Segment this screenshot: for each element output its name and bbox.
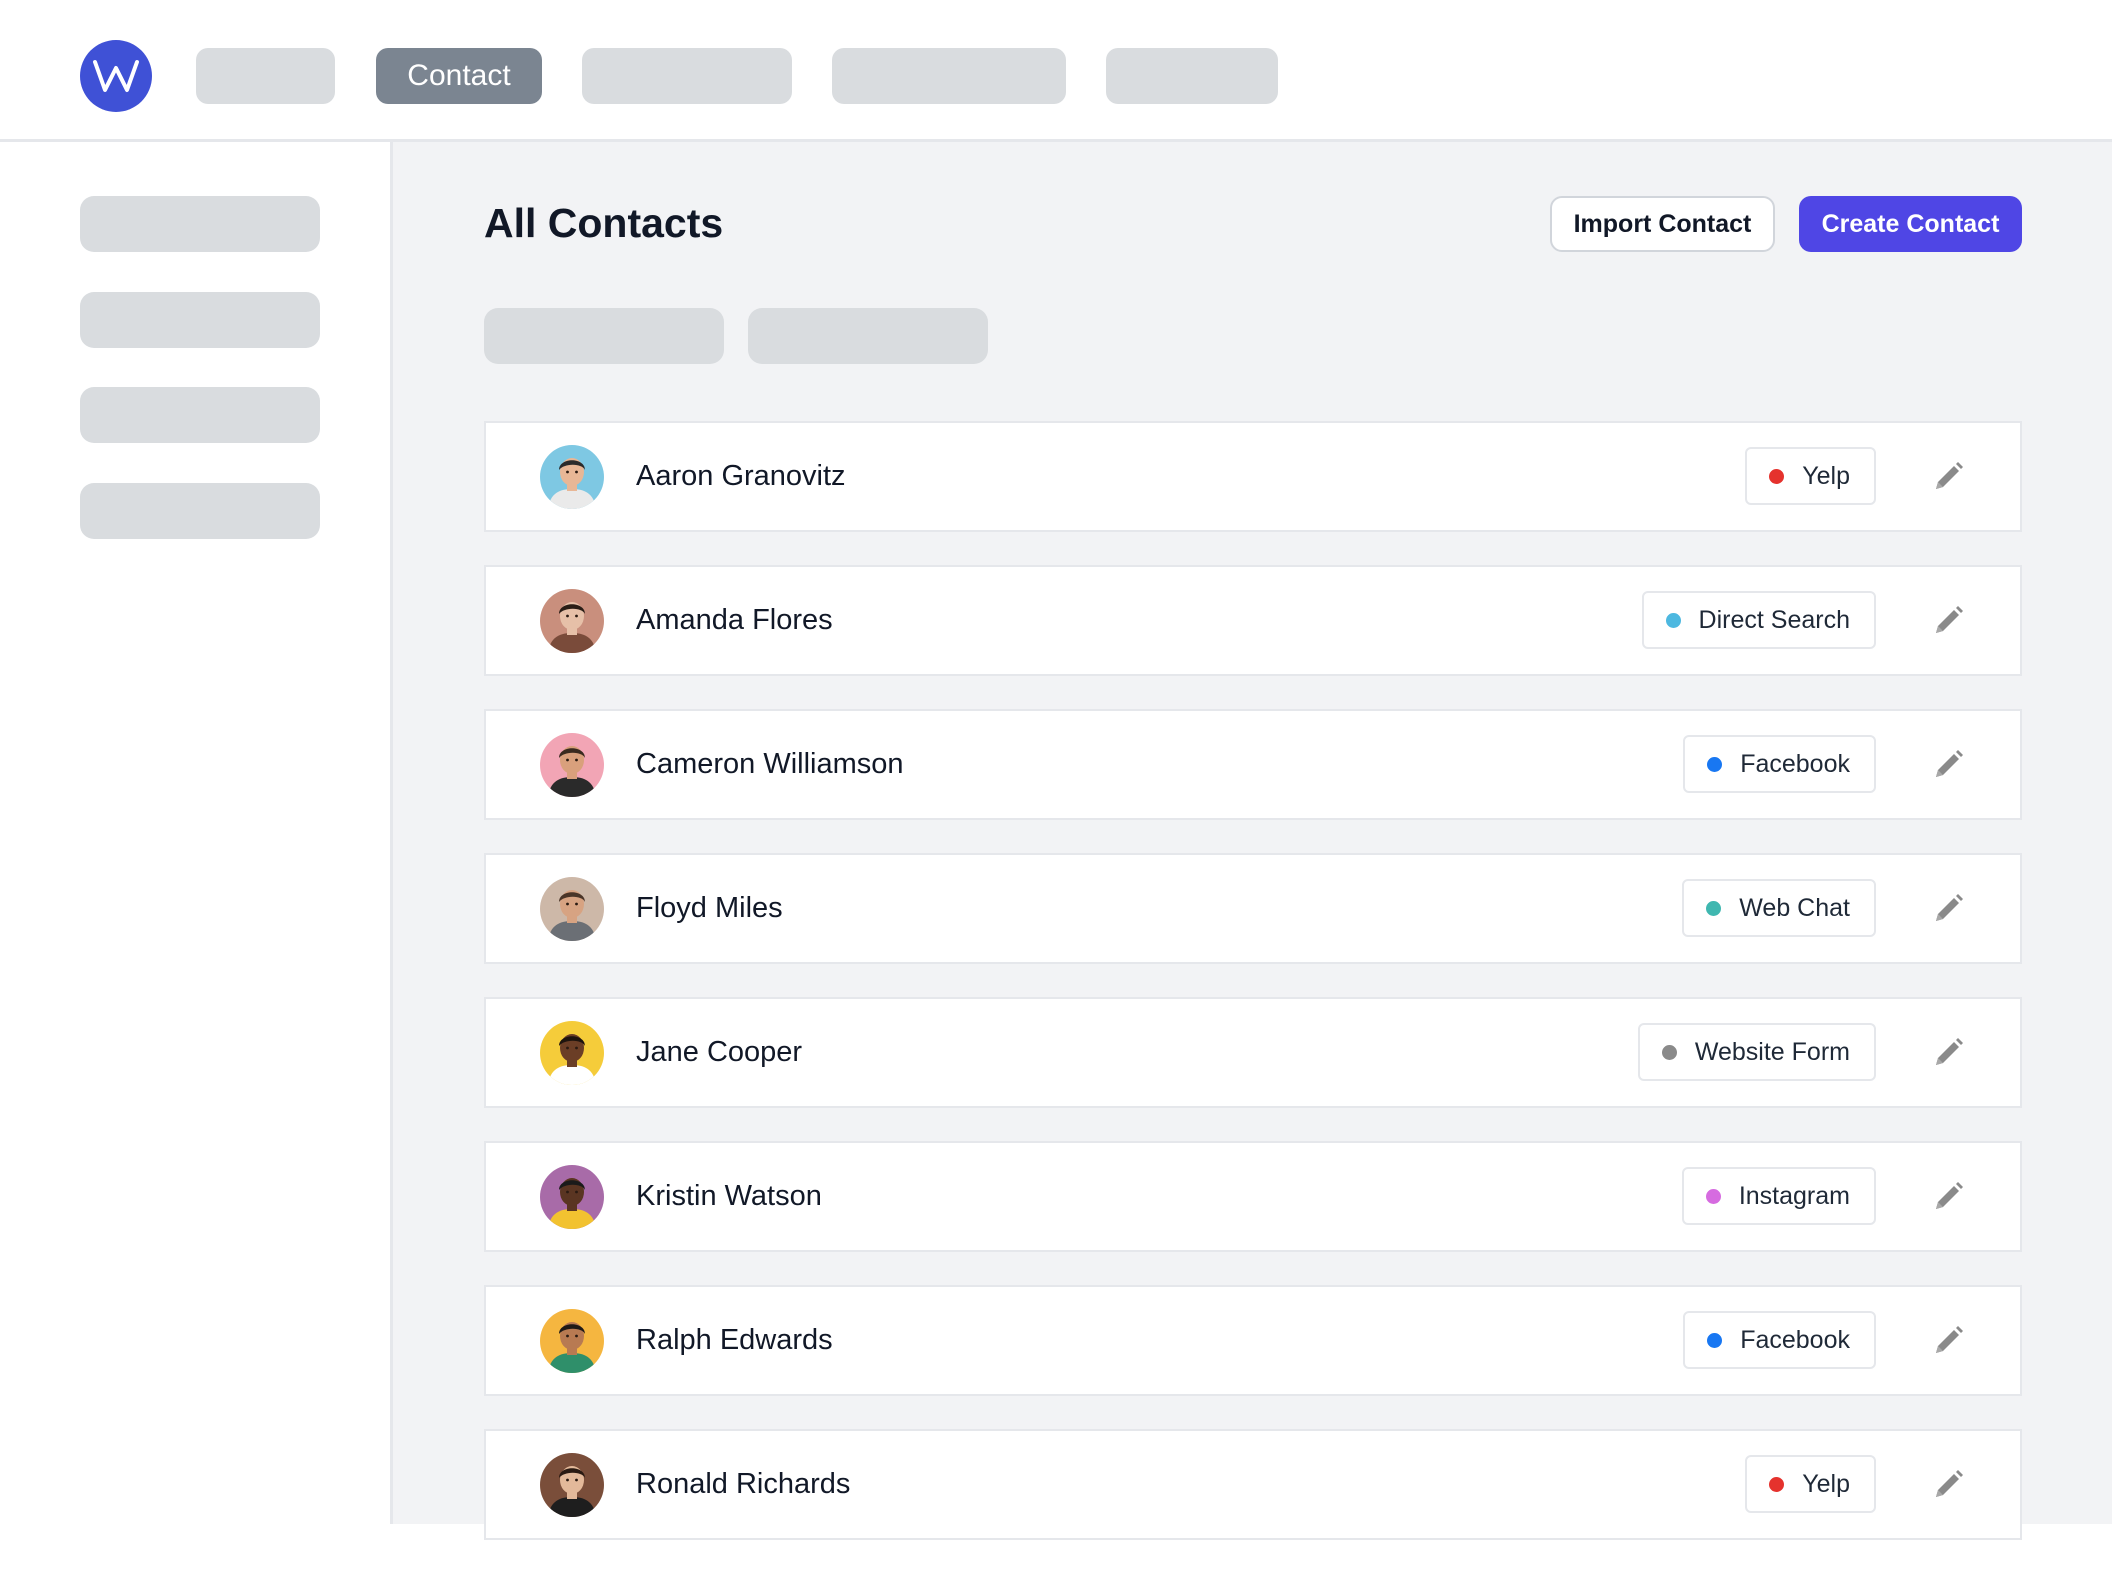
edit-icon[interactable] — [1930, 1467, 1966, 1503]
edit-icon[interactable] — [1930, 459, 1966, 495]
source-label: Facebook — [1740, 1325, 1850, 1354]
source-label: Direct Search — [1698, 605, 1850, 634]
avatar — [540, 1453, 604, 1517]
nav-item-placeholder-4[interactable] — [1106, 48, 1278, 104]
source-badge: Facebook — [1683, 735, 1876, 793]
contact-row[interactable]: Ronald Richards Yelp — [484, 1429, 2022, 1540]
contact-row[interactable]: Ralph Edwards Facebook — [484, 1285, 2022, 1396]
sidebar-item-placeholder-2[interactable] — [80, 292, 320, 348]
source-badge: Instagram — [1681, 1167, 1876, 1225]
sidebar-item-placeholder-1[interactable] — [80, 196, 320, 252]
avatar — [540, 589, 604, 653]
sidebar-item-placeholder-4[interactable] — [80, 483, 320, 539]
create-contact-button[interactable]: Create Contact — [1799, 196, 2022, 252]
app-logo[interactable] — [80, 40, 152, 112]
source-dot — [1769, 468, 1785, 484]
edit-icon[interactable] — [1930, 1035, 1966, 1071]
page-title: All Contacts — [484, 200, 724, 246]
contact-name: Jane Cooper — [636, 1036, 803, 1068]
contact-name: Floyd Miles — [636, 892, 783, 924]
main-content: All Contacts Import Contact Create Conta… — [393, 142, 2112, 1540]
sidebar — [0, 142, 393, 1524]
source-label: Yelp — [1802, 461, 1850, 490]
source-dot — [1769, 1476, 1785, 1492]
contact-row[interactable]: Cameron Williamson Facebook — [484, 709, 2022, 820]
nav-item-placeholder-3[interactable] — [832, 48, 1066, 104]
contact-row[interactable]: Kristin Watson Instagram — [484, 1141, 2022, 1252]
filter-placeholder-2[interactable] — [748, 308, 988, 364]
logo-w-icon — [93, 60, 139, 92]
contact-name: Ralph Edwards — [636, 1324, 833, 1356]
nav-item-placeholder-1[interactable] — [196, 48, 335, 104]
edit-icon[interactable] — [1930, 603, 1966, 639]
contact-row[interactable]: Amanda Flores Direct Search — [484, 565, 2022, 676]
contact-row[interactable]: Jane Cooper Website Form — [484, 997, 2022, 1108]
avatar — [540, 733, 604, 797]
avatar — [540, 877, 604, 941]
source-badge: Yelp — [1745, 1455, 1876, 1513]
source-badge: Web Chat — [1682, 879, 1876, 937]
contact-row[interactable]: Aaron Granovitz Yelp — [484, 421, 2022, 532]
sidebar-item-placeholder-3[interactable] — [80, 387, 320, 443]
contact-name: Cameron Williamson — [636, 748, 904, 780]
contact-name: Ronald Richards — [636, 1468, 851, 1500]
avatar — [540, 445, 604, 509]
source-dot — [1707, 756, 1723, 772]
source-badge: Yelp — [1745, 447, 1876, 505]
source-label: Facebook — [1740, 749, 1850, 778]
source-label: Website Form — [1694, 1037, 1850, 1066]
source-label: Yelp — [1802, 1469, 1850, 1498]
contact-row[interactable]: Floyd Miles Web Chat — [484, 853, 2022, 964]
source-dot — [1705, 1188, 1721, 1204]
edit-icon[interactable] — [1930, 1323, 1966, 1359]
avatar — [540, 1021, 604, 1085]
source-dot — [1665, 612, 1681, 628]
contact-name: Amanda Flores — [636, 604, 833, 636]
edit-icon[interactable] — [1930, 1179, 1966, 1215]
filter-placeholder-1[interactable] — [484, 308, 724, 364]
nav-item-contact[interactable]: Contact — [376, 48, 542, 104]
source-label: Instagram — [1738, 1181, 1850, 1210]
source-badge: Direct Search — [1641, 591, 1876, 649]
avatar — [540, 1309, 604, 1373]
source-dot — [1706, 900, 1722, 916]
nav-item-placeholder-2[interactable] — [582, 48, 792, 104]
contact-name: Aaron Granovitz — [636, 460, 846, 492]
contact-name: Kristin Watson — [636, 1180, 822, 1212]
edit-icon[interactable] — [1930, 747, 1966, 783]
source-label: Web Chat — [1739, 893, 1850, 922]
avatar — [540, 1165, 604, 1229]
contact-list: Aaron Granovitz Yelp Amanda Flores Direct S… — [484, 421, 2022, 1573]
source-dot — [1661, 1044, 1677, 1060]
source-badge: Website Form — [1637, 1023, 1876, 1081]
top-navigation-bar: Contact — [0, 0, 2112, 142]
source-badge: Facebook — [1683, 1311, 1876, 1369]
source-dot — [1707, 1332, 1723, 1348]
import-contact-button[interactable]: Import Contact — [1550, 196, 1775, 252]
edit-icon[interactable] — [1930, 891, 1966, 927]
